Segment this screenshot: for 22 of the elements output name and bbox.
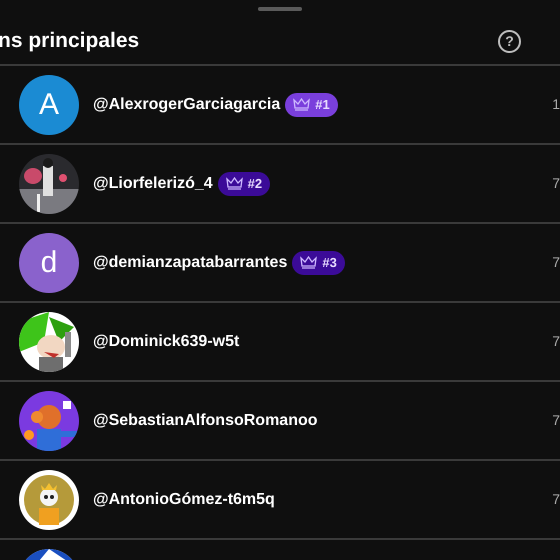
score-value: 7 bbox=[552, 490, 560, 509]
help-button[interactable]: ? bbox=[498, 30, 521, 52]
score-value: 7 bbox=[552, 411, 560, 430]
score-value: 7 bbox=[552, 332, 560, 351]
username[interactable]: @Liorfelerizó_4 bbox=[93, 172, 213, 196]
crown-icon bbox=[300, 256, 318, 269]
letter-avatar: d bbox=[19, 232, 79, 292]
username[interactable]: @demianzapatabarrantes bbox=[93, 250, 288, 274]
score-value: 7 bbox=[552, 253, 560, 272]
username[interactable]: @AlexrogerGarciagarcia bbox=[93, 92, 280, 116]
username[interactable]: @AntonioGómez-t6m5q bbox=[93, 488, 275, 512]
username[interactable]: @SebastianAlfonsoRomanoo bbox=[93, 408, 318, 432]
crown-icon bbox=[226, 177, 243, 190]
rank-badge: #3 bbox=[292, 250, 345, 274]
score-value: 7 bbox=[552, 174, 560, 193]
username[interactable]: @Dominick639-w5t bbox=[93, 330, 240, 354]
crown-icon bbox=[293, 98, 310, 111]
score-value: 1 bbox=[552, 95, 560, 114]
rank-badge: #2 bbox=[218, 172, 270, 196]
rank-badge: #1 bbox=[285, 92, 338, 116]
letter-avatar: A bbox=[19, 74, 79, 134]
drag-handle[interactable] bbox=[258, 7, 302, 11]
